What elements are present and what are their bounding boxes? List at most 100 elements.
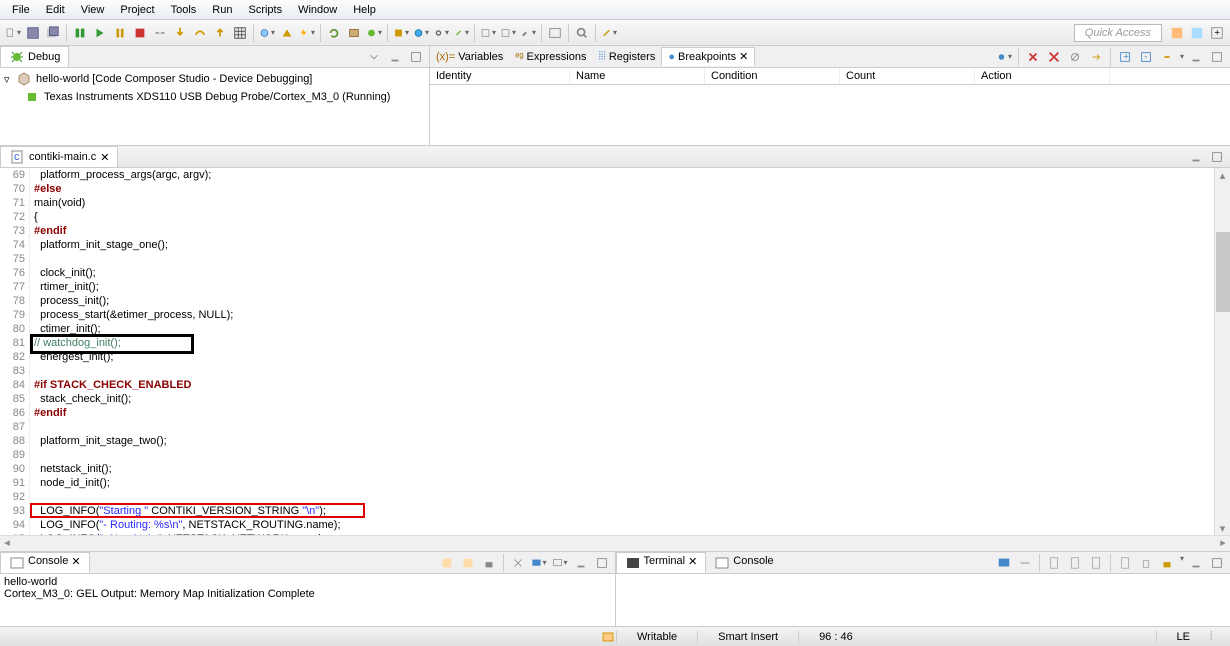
code-line[interactable]: rtimer_init(); bbox=[30, 280, 1214, 294]
term-max-icon[interactable] bbox=[1208, 554, 1226, 572]
tab-registers[interactable]: ⦙⦙⦙Registers bbox=[592, 48, 661, 65]
term-trash-icon[interactable] bbox=[1137, 554, 1155, 572]
bp-col-action[interactable]: Action bbox=[975, 68, 1110, 84]
tool2-icon[interactable]: ▾ bbox=[479, 24, 497, 42]
close-icon[interactable]: ✕ bbox=[739, 50, 748, 63]
debug-tab[interactable]: Debug bbox=[0, 46, 69, 67]
con-open-icon[interactable]: ▾ bbox=[551, 554, 569, 572]
bp-remove-all-icon[interactable] bbox=[1045, 48, 1063, 66]
globe-icon[interactable]: ▾ bbox=[412, 24, 430, 42]
code-line[interactable] bbox=[30, 420, 1214, 434]
bp-max-icon[interactable] bbox=[1208, 48, 1226, 66]
wrench-icon[interactable]: ▾ bbox=[519, 24, 537, 42]
code-line[interactable]: #if STACK_CHECK_ENABLED bbox=[30, 378, 1214, 392]
code-line[interactable]: LOG_INFO("- Routing: %s\n", NETSTACK_ROU… bbox=[30, 518, 1214, 532]
term-lock-icon[interactable] bbox=[1158, 554, 1176, 572]
pause-icon[interactable] bbox=[111, 24, 129, 42]
code-line[interactable]: #else bbox=[30, 182, 1214, 196]
term-doc1-icon[interactable] bbox=[1045, 554, 1063, 572]
code-line[interactable]: platform_process_args(argc, argv); bbox=[30, 168, 1214, 182]
code-line[interactable]: ctimer_init(); bbox=[30, 322, 1214, 336]
terminal-tab[interactable]: Terminal ✕ bbox=[616, 552, 707, 573]
bp-expand-icon[interactable]: + bbox=[1116, 48, 1134, 66]
menu-project[interactable]: Project bbox=[112, 2, 162, 18]
menu-run[interactable]: Run bbox=[204, 2, 240, 18]
bp-col-name[interactable]: Name bbox=[570, 68, 705, 84]
vertical-scrollbar[interactable]: ▴ ▾ bbox=[1214, 168, 1230, 535]
code-line[interactable] bbox=[30, 252, 1214, 266]
code-line[interactable]: // watchdog_init(); bbox=[30, 336, 1214, 350]
menu-file[interactable]: File bbox=[4, 2, 38, 18]
code-line[interactable] bbox=[30, 490, 1214, 504]
box-icon[interactable] bbox=[345, 24, 363, 42]
gear-icon[interactable]: ▾ bbox=[432, 24, 450, 42]
bp-collapse-icon[interactable]: - bbox=[1137, 48, 1155, 66]
console-tab[interactable]: Console ✕ bbox=[0, 552, 90, 573]
bp-remove-icon[interactable] bbox=[1024, 48, 1042, 66]
code-line[interactable] bbox=[30, 448, 1214, 462]
term-screen-icon[interactable] bbox=[995, 554, 1013, 572]
step-return-icon[interactable] bbox=[211, 24, 229, 42]
tab-expressions[interactable]: ᵉᵍExpressions bbox=[509, 49, 592, 65]
menu-help[interactable]: Help bbox=[345, 2, 384, 18]
step-into-icon[interactable] bbox=[171, 24, 189, 42]
step-over-icon[interactable] bbox=[191, 24, 209, 42]
term-doc4-icon[interactable] bbox=[1116, 554, 1134, 572]
code-line[interactable]: platform_init_stage_two(); bbox=[30, 434, 1214, 448]
con-clear-icon[interactable] bbox=[438, 554, 456, 572]
tool3-icon[interactable]: ▾ bbox=[499, 24, 517, 42]
code-line[interactable]: #endif bbox=[30, 406, 1214, 420]
tab-breakpoints[interactable]: ●Breakpoints✕ bbox=[661, 47, 755, 66]
save-all-icon[interactable] bbox=[44, 24, 62, 42]
quick-access-field[interactable]: Quick Access bbox=[1074, 24, 1162, 42]
flash-icon[interactable]: ▾ bbox=[298, 24, 316, 42]
restart-icon[interactable] bbox=[71, 24, 89, 42]
editor-tab[interactable]: c contiki-main.c ✕ bbox=[0, 146, 118, 167]
code-editor[interactable]: 6970717273747576777879808182838485868788… bbox=[0, 168, 1230, 535]
code-line[interactable]: process_init(); bbox=[30, 294, 1214, 308]
term-menu-icon[interactable]: ▾ bbox=[1180, 554, 1184, 572]
resume-icon[interactable] bbox=[91, 24, 109, 42]
code-line[interactable]: #endif bbox=[30, 224, 1214, 238]
debug-view-menu-icon[interactable] bbox=[365, 48, 383, 66]
window-icon[interactable] bbox=[546, 24, 564, 42]
menu-scripts[interactable]: Scripts bbox=[240, 2, 290, 18]
term-min-icon[interactable] bbox=[1187, 554, 1205, 572]
perspective-ccs-icon[interactable] bbox=[1168, 24, 1186, 42]
con-display-icon[interactable]: ▾ bbox=[530, 554, 548, 572]
code-line[interactable]: { bbox=[30, 210, 1214, 224]
code-line[interactable]: main(void) bbox=[30, 196, 1214, 210]
wand-icon[interactable]: ▾ bbox=[600, 24, 618, 42]
debug-icon[interactable]: ▾ bbox=[365, 24, 383, 42]
terminal-console-tab[interactable]: Console bbox=[706, 553, 781, 573]
con-pin-icon[interactable] bbox=[459, 554, 477, 572]
new-icon[interactable]: ▾ bbox=[4, 24, 22, 42]
refresh-icon[interactable] bbox=[325, 24, 343, 42]
tab-variables[interactable]: (x)=Variables bbox=[430, 49, 509, 65]
code-line[interactable] bbox=[30, 364, 1214, 378]
menu-edit[interactable]: Edit bbox=[38, 2, 73, 18]
bp-col-count[interactable]: Count bbox=[840, 68, 975, 84]
tool1-icon[interactable]: ▾ bbox=[392, 24, 410, 42]
menu-tools[interactable]: Tools bbox=[163, 2, 205, 18]
editor-close-icon[interactable]: ✕ bbox=[100, 151, 109, 164]
bp-menu-icon[interactable]: ▾ bbox=[1180, 52, 1184, 61]
bp-skip-icon[interactable] bbox=[1066, 48, 1084, 66]
code-line[interactable]: netstack_init(); bbox=[30, 462, 1214, 476]
editor-max-icon[interactable] bbox=[1208, 148, 1226, 166]
code-line[interactable]: clock_init(); bbox=[30, 266, 1214, 280]
editor-min-icon[interactable] bbox=[1187, 148, 1205, 166]
term-doc3-icon[interactable] bbox=[1087, 554, 1105, 572]
debug-max-icon[interactable] bbox=[407, 48, 425, 66]
menu-view[interactable]: View bbox=[73, 2, 113, 18]
perspective-debug-icon[interactable] bbox=[1188, 24, 1206, 42]
debug-tree[interactable]: ▿hello-world [Code Composer Studio - Dev… bbox=[0, 68, 429, 108]
term-doc2-icon[interactable] bbox=[1066, 554, 1084, 572]
code-line[interactable]: energest_init(); bbox=[30, 350, 1214, 364]
code-line[interactable]: process_start(&etimer_process, NULL); bbox=[30, 308, 1214, 322]
con-remove-icon[interactable] bbox=[509, 554, 527, 572]
con-max-icon[interactable] bbox=[593, 554, 611, 572]
debug-min-icon[interactable] bbox=[386, 48, 404, 66]
bp-link-icon[interactable] bbox=[1158, 48, 1176, 66]
code-line[interactable]: node_id_init(); bbox=[30, 476, 1214, 490]
